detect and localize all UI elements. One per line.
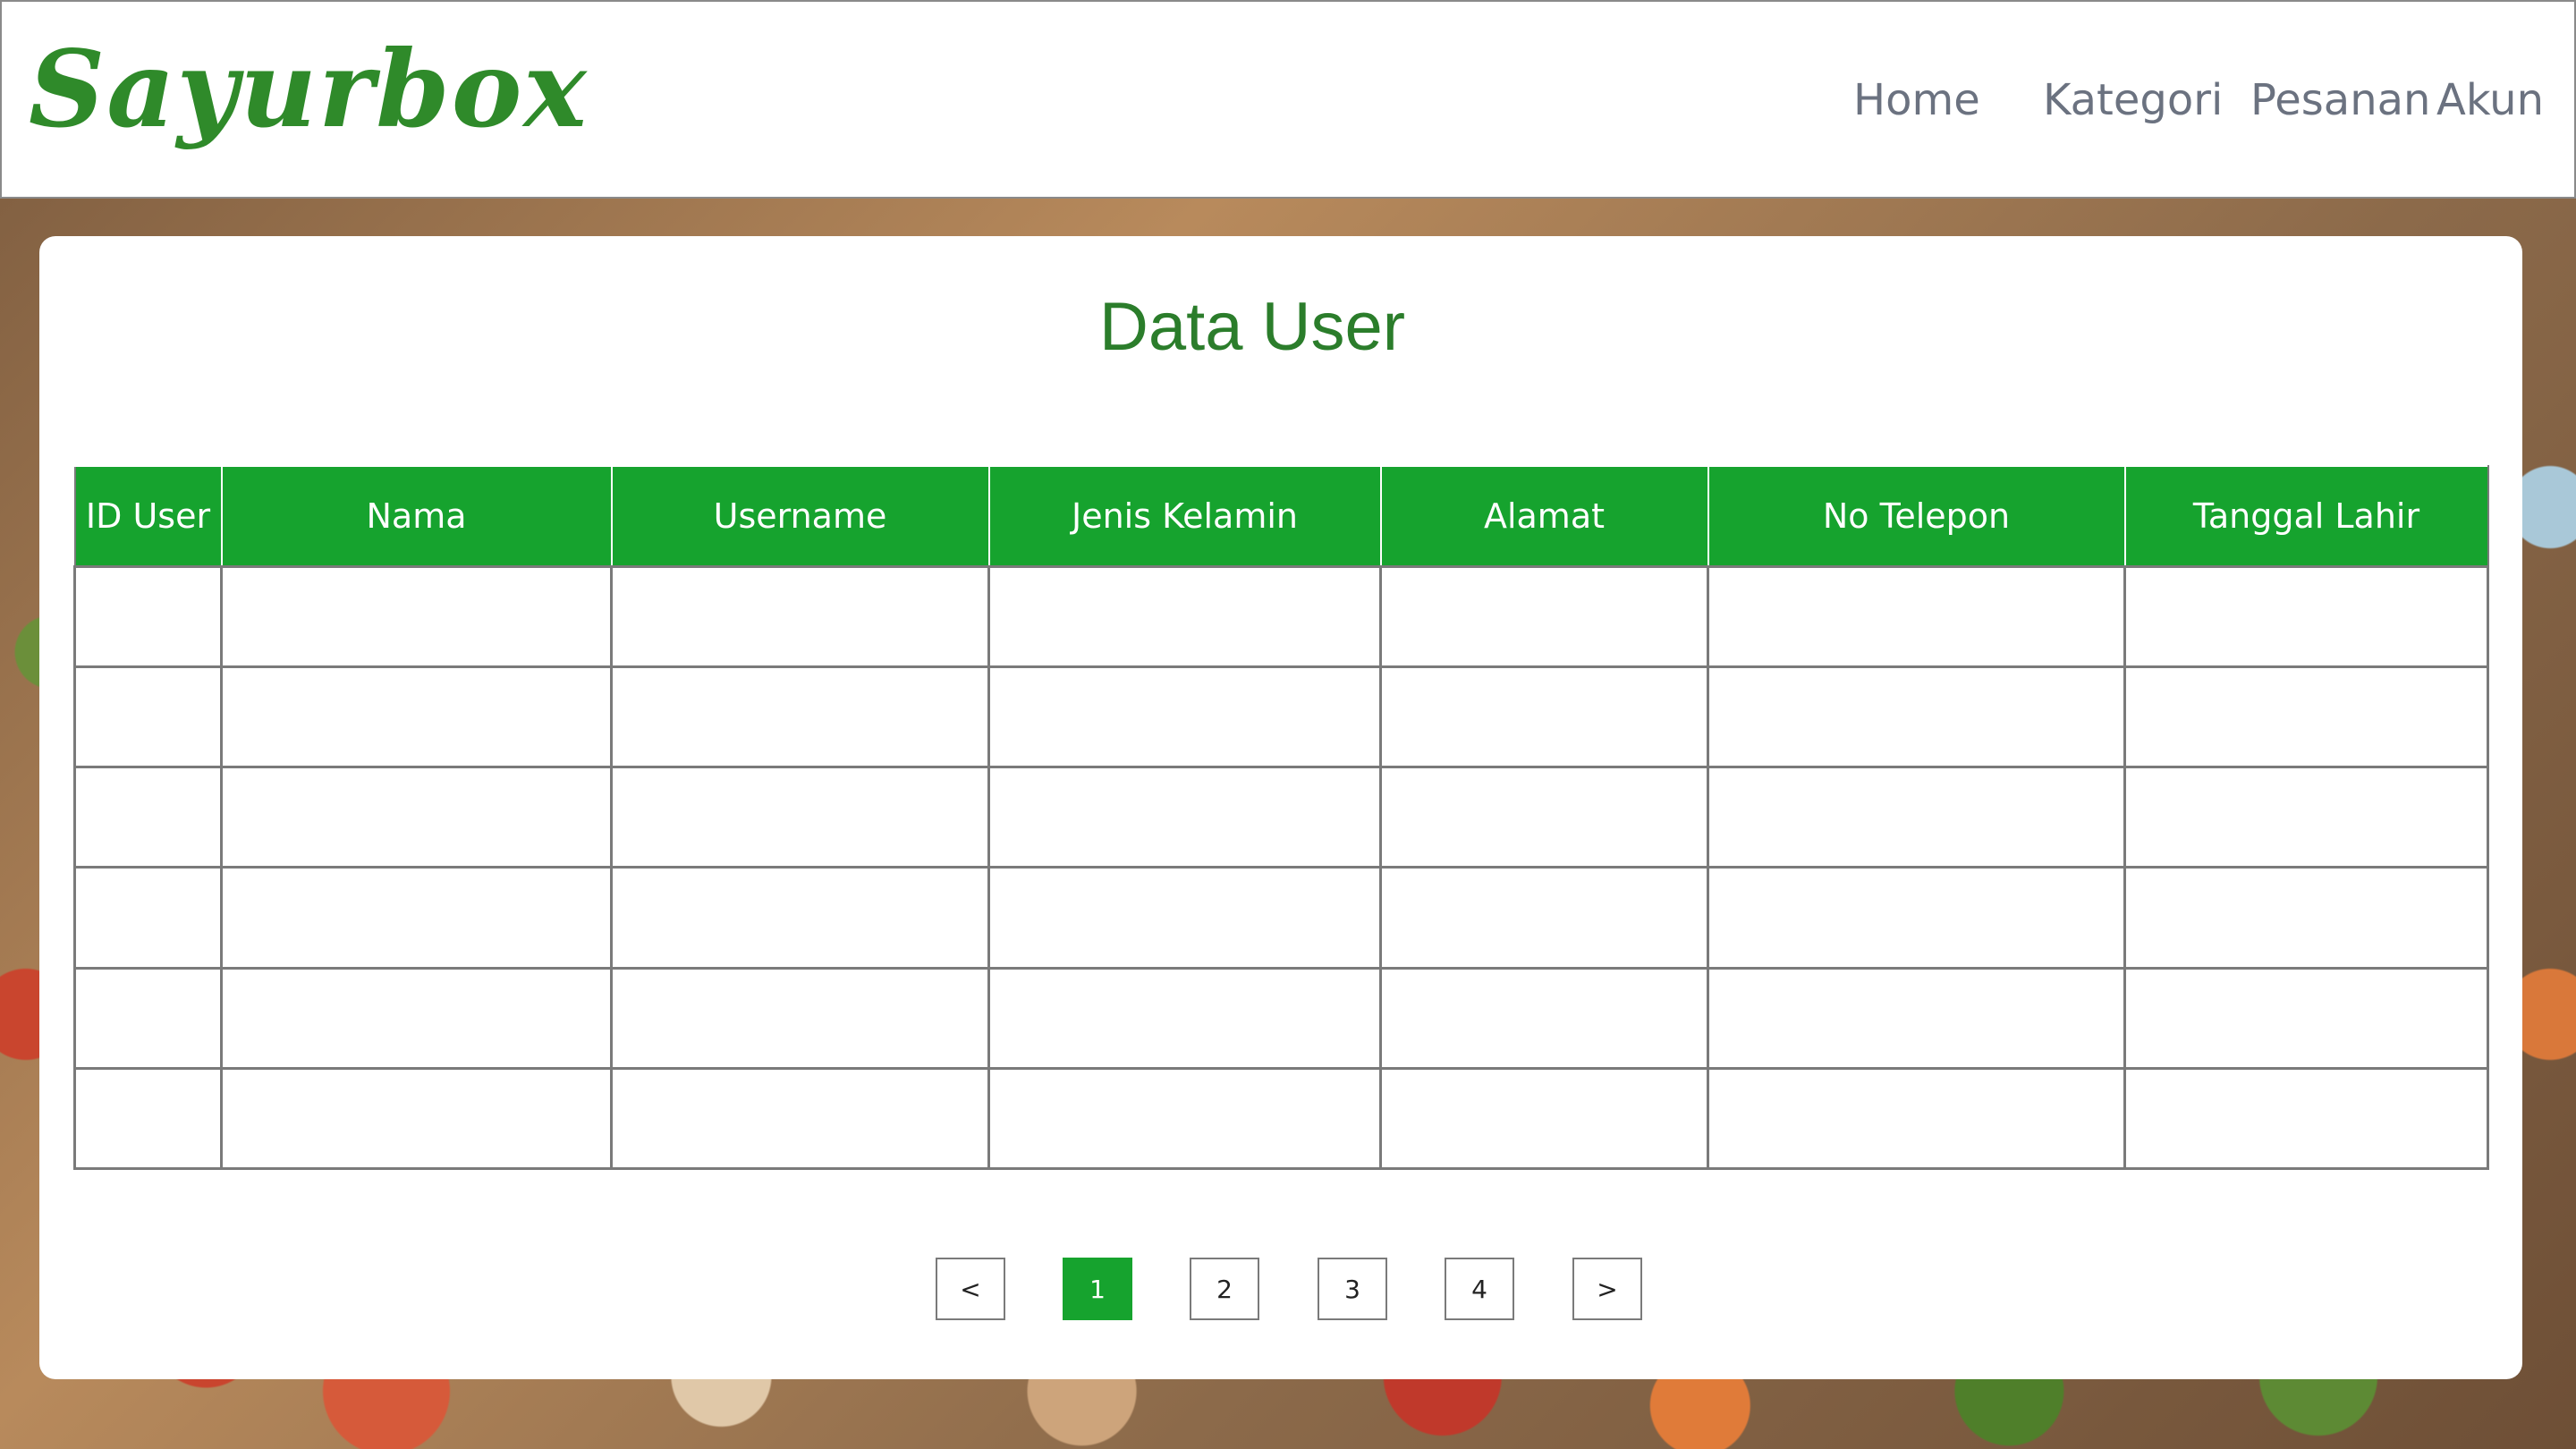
- column-header-jenis-kelamin[interactable]: Jenis Kelamin: [987, 465, 1382, 567]
- table-cell[interactable]: [1707, 966, 2126, 1070]
- table-cell[interactable]: [610, 1066, 990, 1171]
- table-cell[interactable]: [73, 966, 223, 1070]
- table-cell[interactable]: [2123, 665, 2489, 769]
- table-cell[interactable]: [1707, 1066, 2126, 1171]
- page-button-1[interactable]: 1: [1063, 1258, 1132, 1320]
- table-cell[interactable]: [1379, 966, 1709, 1070]
- user-table: ID User Nama Username Jenis Kelamin Alam…: [73, 465, 2489, 1171]
- table-cell[interactable]: [1379, 665, 1709, 769]
- table-cell[interactable]: [2123, 1066, 2489, 1171]
- column-header-id-user[interactable]: ID User: [73, 465, 223, 567]
- table-cell[interactable]: [987, 966, 1382, 1070]
- table-cell[interactable]: [987, 1066, 1382, 1171]
- table-cell[interactable]: [73, 1066, 223, 1171]
- column-header-tanggal-lahir[interactable]: Tanggal Lahir: [2123, 465, 2489, 567]
- column-header-no-telepon[interactable]: No Telepon: [1707, 465, 2126, 567]
- table-cell[interactable]: [73, 665, 223, 769]
- table-cell[interactable]: [220, 1066, 613, 1171]
- table-cell[interactable]: [1707, 665, 2126, 769]
- navbar: Sayurbox Home Kategori Pesanan Akun: [0, 0, 2576, 199]
- table-cell[interactable]: [1707, 564, 2126, 668]
- column-header-nama[interactable]: Nama: [220, 465, 613, 567]
- table-cell[interactable]: [1707, 765, 2126, 869]
- nav-pesanan[interactable]: Pesanan: [2250, 75, 2430, 125]
- page-button-2[interactable]: 2: [1190, 1258, 1259, 1320]
- table-cell[interactable]: [1379, 1066, 1709, 1171]
- page-button-3[interactable]: 3: [1318, 1258, 1387, 1320]
- table-cell[interactable]: [987, 765, 1382, 869]
- next-page-button[interactable]: >: [1572, 1258, 1642, 1320]
- table-cell[interactable]: [610, 564, 990, 668]
- column-header-username[interactable]: Username: [610, 465, 990, 567]
- table-cell[interactable]: [987, 866, 1382, 970]
- column-header-alamat[interactable]: Alamat: [1379, 465, 1709, 567]
- table-cell[interactable]: [220, 665, 613, 769]
- table-cell[interactable]: [1379, 564, 1709, 668]
- table-cell[interactable]: [610, 765, 990, 869]
- table-row: [73, 1066, 2489, 1171]
- table-cell[interactable]: [73, 866, 223, 970]
- pagination: < 1 2 3 4 >: [39, 1258, 2522, 1320]
- table-cell[interactable]: [73, 765, 223, 869]
- nav-akun[interactable]: Akun: [2436, 75, 2544, 125]
- table-cell[interactable]: [220, 866, 613, 970]
- table-cell[interactable]: [1379, 866, 1709, 970]
- table-cell[interactable]: [987, 665, 1382, 769]
- logo[interactable]: Sayurbox: [29, 27, 589, 151]
- table-body: [73, 564, 2489, 1171]
- page-button-4[interactable]: 4: [1445, 1258, 1514, 1320]
- content-card: Data User ID User Nama Username Jenis Ke…: [39, 236, 2522, 1379]
- table-cell[interactable]: [610, 665, 990, 769]
- table-cell[interactable]: [1707, 866, 2126, 970]
- nav-home[interactable]: Home: [1853, 75, 1980, 125]
- nav-kategori[interactable]: Kategori: [2043, 75, 2223, 125]
- table-row: [73, 765, 2489, 869]
- table-cell[interactable]: [610, 966, 990, 1070]
- table-header-row: ID User Nama Username Jenis Kelamin Alam…: [73, 465, 2489, 567]
- table-cell[interactable]: [2123, 765, 2489, 869]
- table-cell[interactable]: [220, 564, 613, 668]
- table-row: [73, 966, 2489, 1070]
- table-row: [73, 866, 2489, 970]
- table-cell[interactable]: [220, 765, 613, 869]
- table-cell[interactable]: [1379, 765, 1709, 869]
- table-row: [73, 564, 2489, 668]
- table-cell[interactable]: [610, 866, 990, 970]
- table-cell[interactable]: [2123, 966, 2489, 1070]
- prev-page-button[interactable]: <: [936, 1258, 1005, 1320]
- table-cell[interactable]: [73, 564, 223, 668]
- page-title: Data User: [1098, 289, 1406, 365]
- table-row: [73, 665, 2489, 769]
- table-cell[interactable]: [220, 966, 613, 1070]
- table-cell[interactable]: [987, 564, 1382, 668]
- table-cell[interactable]: [2123, 564, 2489, 668]
- table-cell[interactable]: [2123, 866, 2489, 970]
